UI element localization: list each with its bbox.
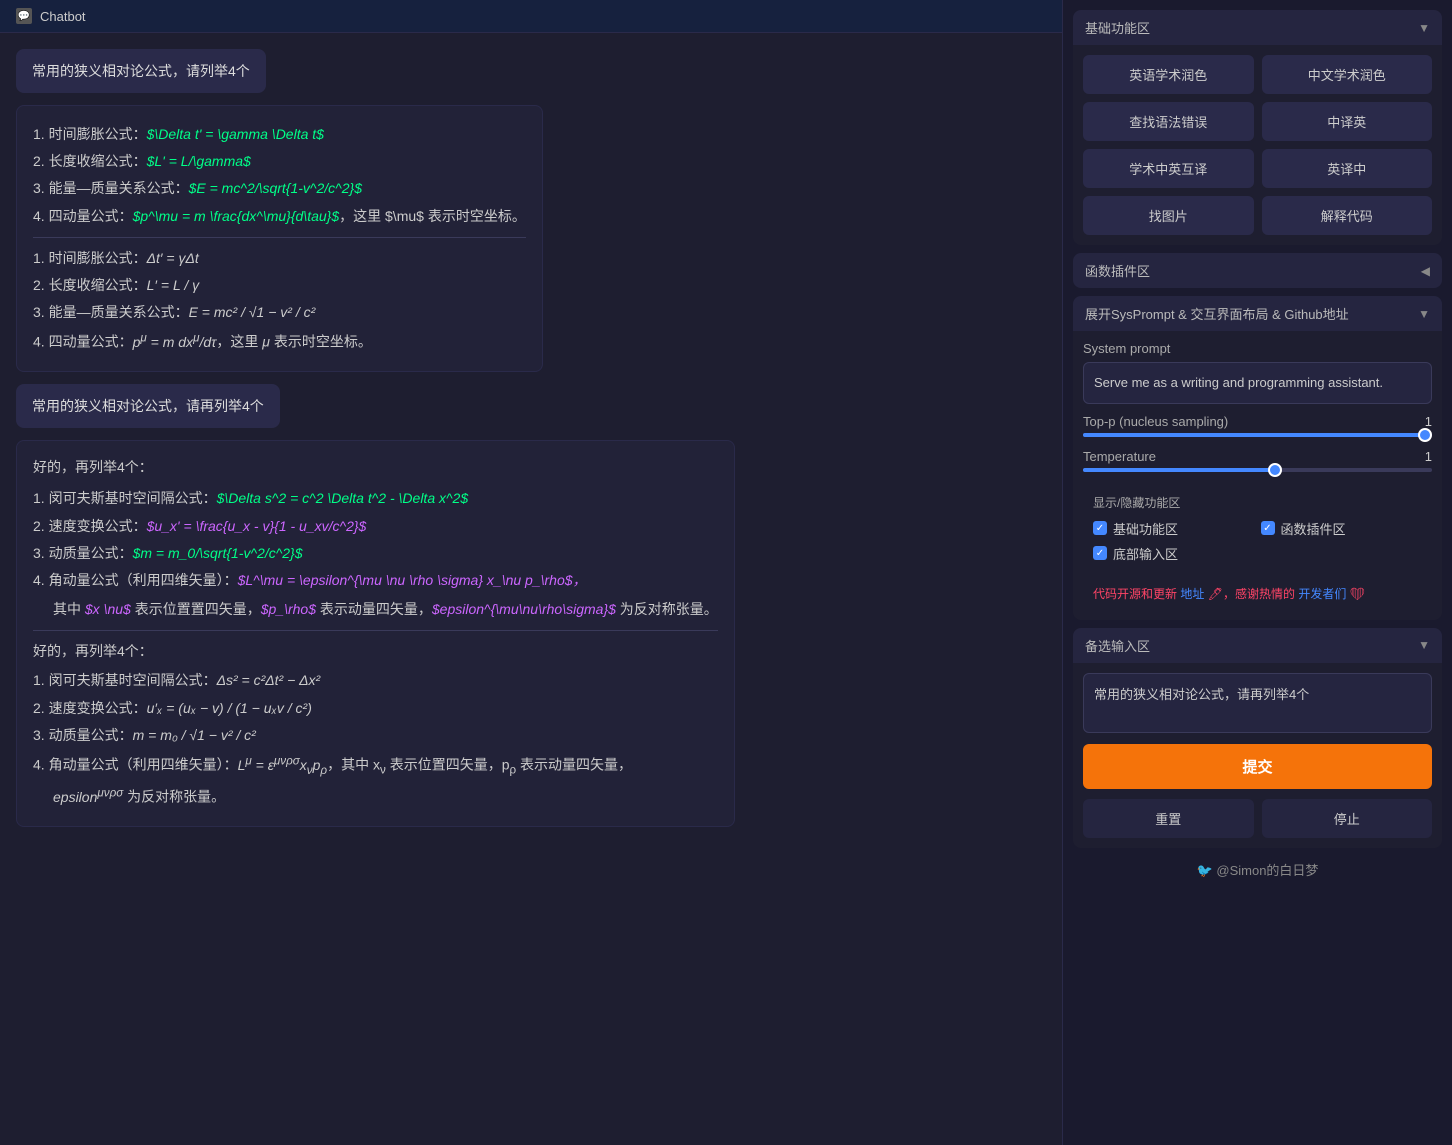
temperature-fill — [1083, 468, 1275, 472]
toggle-plugin[interactable]: 函数插件区 — [1261, 519, 1423, 538]
app-container: 💬 Chatbot 常用的狭义相对论公式，请列举4个 1. 时间膨胀公式：$\D… — [0, 0, 1452, 1145]
checkbox-plugin[interactable] — [1261, 521, 1275, 535]
sysprompt-arrow: ▼ — [1418, 307, 1430, 321]
sysprompt-text: Serve me as a writing and programming as… — [1083, 362, 1432, 404]
checkbox-bottom[interactable] — [1093, 546, 1107, 560]
footer-text1: 代码开源和更新 — [1093, 587, 1177, 601]
top-p-value: 1 — [1425, 414, 1432, 429]
plugin-section: 函数插件区 ◀ — [1073, 253, 1442, 288]
basic-functions-title: 基础功能区 — [1085, 18, 1150, 37]
top-p-slider-row: Top-p (nucleus sampling) 1 — [1083, 414, 1432, 437]
top-p-thumb[interactable] — [1418, 428, 1432, 442]
left-panel: 💬 Chatbot 常用的狭义相对论公式，请列举4个 1. 时间膨胀公式：$\D… — [0, 0, 1062, 1145]
top-p-track[interactable] — [1083, 433, 1432, 437]
btn-english-polish[interactable]: 英语学术润色 — [1083, 55, 1254, 94]
alt-input-section: 备选输入区 ▼ 提交 重置 停止 — [1073, 628, 1442, 848]
temperature-thumb[interactable] — [1268, 463, 1282, 477]
sysprompt-section: 展开SysPrompt & 交互界面布局 & Github地址 ▼ System… — [1073, 296, 1442, 620]
toggle-basic[interactable]: 基础功能区 — [1093, 519, 1255, 538]
sysprompt-body: System prompt Serve me as a writing and … — [1073, 331, 1442, 620]
user-message-2: 常用的狭义相对论公式，请再列举4个 — [16, 384, 280, 428]
visibility-title: 显示/隐藏功能区 — [1093, 494, 1422, 511]
reset-button[interactable]: 重置 — [1083, 799, 1254, 838]
alt-input-header[interactable]: 备选输入区 ▼ — [1073, 628, 1442, 663]
visibility-section: 显示/隐藏功能区 基础功能区 函数插件区 底部输入区 — [1083, 484, 1432, 579]
alt-input-body: 提交 — [1073, 663, 1442, 799]
footer-links: 代码开源和更新 地址 🖊，感谢热情的 开发者们 ❤ — [1083, 579, 1432, 610]
btn-grammar-check[interactable]: 查找语法错误 — [1083, 102, 1254, 141]
app-title: Chatbot — [40, 9, 86, 24]
alt-input-title: 备选输入区 — [1085, 636, 1150, 655]
watermark: 🐦 @Simon的白日梦 — [1073, 856, 1442, 883]
top-p-fill — [1083, 433, 1432, 437]
alt-input-arrow: ▼ — [1418, 638, 1430, 652]
temperature-label: Temperature — [1083, 449, 1156, 464]
basic-functions-section: 基础功能区 ▼ 英语学术润色 中文学术润色 查找语法错误 中译英 学术中英互译 … — [1073, 10, 1442, 245]
btn-zh-to-en[interactable]: 中译英 — [1262, 102, 1433, 141]
toggle-bottom[interactable]: 底部输入区 — [1093, 544, 1422, 563]
btn-en-to-zh[interactable]: 英译中 — [1262, 149, 1433, 188]
basic-functions-body: 英语学术润色 中文学术润色 查找语法错误 中译英 学术中英互译 英译中 找图片 … — [1073, 45, 1442, 245]
right-panel: 基础功能区 ▼ 英语学术润色 中文学术润色 查找语法错误 中译英 学术中英互译 … — [1062, 0, 1452, 1145]
basic-functions-header[interactable]: 基础功能区 ▼ — [1073, 10, 1442, 45]
temperature-track[interactable] — [1083, 468, 1432, 472]
assistant-message-2: 好的，再列举4个： 1. 闵可夫斯基时空间隔公式：$\Delta s^2 = c… — [16, 440, 735, 827]
top-p-label: Top-p (nucleus sampling) — [1083, 414, 1228, 429]
temperature-value: 1 — [1425, 449, 1432, 464]
temperature-slider-row: Temperature 1 — [1083, 449, 1432, 472]
basic-functions-grid: 英语学术润色 中文学术润色 查找语法错误 中译英 学术中英互译 英译中 找图片 … — [1083, 55, 1432, 235]
btn-find-image[interactable]: 找图片 — [1083, 196, 1254, 235]
alt-textarea[interactable] — [1083, 673, 1432, 733]
toggle-plugin-label: 函数插件区 — [1281, 519, 1346, 538]
plugin-title: 函数插件区 — [1085, 261, 1150, 280]
chat-area[interactable]: 常用的狭义相对论公式，请列举4个 1. 时间膨胀公式：$\Delta t' = … — [0, 33, 1062, 1145]
chatbot-icon: 💬 — [16, 8, 32, 24]
btn-chinese-polish[interactable]: 中文学术润色 — [1262, 55, 1433, 94]
sysprompt-header[interactable]: 展开SysPrompt & 交互界面布局 & Github地址 ▼ — [1073, 296, 1442, 331]
heart-icon: ❤ — [1350, 587, 1365, 601]
plugin-header[interactable]: 函数插件区 ◀ — [1073, 253, 1442, 288]
checkbox-basic[interactable] — [1093, 521, 1107, 535]
sysprompt-label: System prompt — [1083, 341, 1432, 356]
sysprompt-section-title: 展开SysPrompt & 交互界面布局 & Github地址 — [1085, 304, 1349, 323]
plugin-arrow: ◀ — [1421, 264, 1430, 278]
btn-explain-code[interactable]: 解释代码 — [1262, 196, 1433, 235]
basic-functions-arrow: ▼ — [1418, 21, 1430, 35]
contributors-link[interactable]: 开发者们 — [1298, 587, 1346, 601]
toggle-basic-label: 基础功能区 — [1113, 519, 1178, 538]
btn-academic-translate[interactable]: 学术中英互译 — [1083, 149, 1254, 188]
bottom-buttons: 重置 停止 — [1073, 799, 1442, 848]
footer-link[interactable]: 地址 — [1180, 587, 1204, 601]
stop-button[interactable]: 停止 — [1262, 799, 1433, 838]
assistant-message-1: 1. 时间膨胀公式：$\Delta t' = \gamma \Delta t$ … — [16, 105, 543, 372]
footer-text2: 🖊，感谢热情的 — [1208, 587, 1295, 601]
submit-button[interactable]: 提交 — [1083, 744, 1432, 789]
title-bar: 💬 Chatbot — [0, 0, 1062, 33]
toggle-bottom-label: 底部输入区 — [1113, 544, 1178, 563]
toggle-grid: 基础功能区 函数插件区 — [1093, 519, 1422, 538]
user-message-1: 常用的狭义相对论公式，请列举4个 — [16, 49, 266, 93]
